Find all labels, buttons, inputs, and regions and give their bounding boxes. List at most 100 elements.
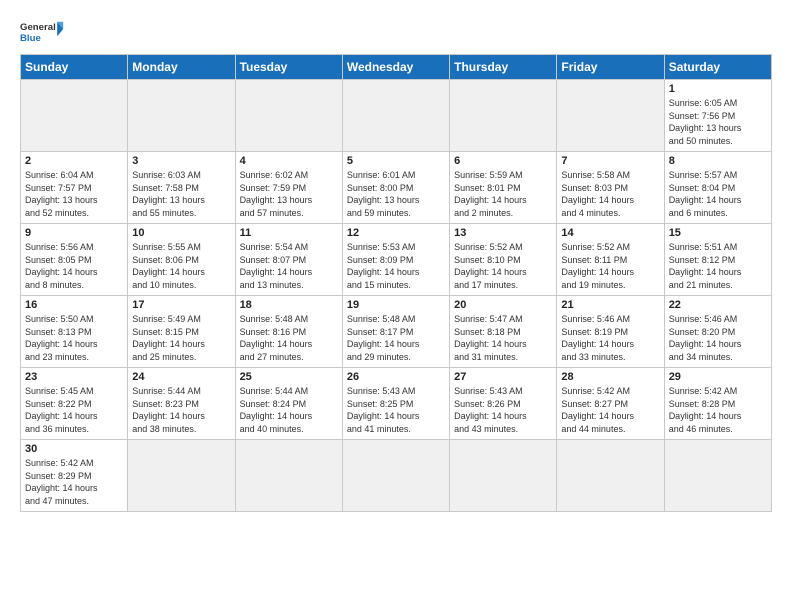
weekday-header-wednesday: Wednesday — [342, 55, 449, 80]
day-number: 9 — [25, 227, 123, 239]
weekday-header-friday: Friday — [557, 55, 664, 80]
day-number: 4 — [240, 155, 338, 167]
day-number: 18 — [240, 299, 338, 311]
calendar-cell — [128, 440, 235, 512]
day-number: 29 — [669, 371, 767, 383]
calendar-cell — [557, 80, 664, 152]
day-info: Sunrise: 5:44 AM Sunset: 8:24 PM Dayligh… — [240, 385, 338, 435]
day-info: Sunrise: 5:51 AM Sunset: 8:12 PM Dayligh… — [669, 241, 767, 291]
calendar-cell: 6 Sunrise: 5:59 AM Sunset: 8:01 PM Daylig… — [450, 152, 557, 224]
calendar-cell: 15 Sunrise: 5:51 AM Sunset: 8:12 PM Dayli… — [664, 224, 771, 296]
calendar-cell: 18 Sunrise: 5:48 AM Sunset: 8:16 PM Dayli… — [235, 296, 342, 368]
day-info: Sunrise: 5:53 AM Sunset: 8:09 PM Dayligh… — [347, 241, 445, 291]
calendar-cell: 17 Sunrise: 5:49 AM Sunset: 8:15 PM Dayli… — [128, 296, 235, 368]
day-info: Sunrise: 5:48 AM Sunset: 8:16 PM Dayligh… — [240, 313, 338, 363]
day-info: Sunrise: 5:59 AM Sunset: 8:01 PM Dayligh… — [454, 169, 552, 219]
calendar-cell: 29 Sunrise: 5:42 AM Sunset: 8:28 PM Dayli… — [664, 368, 771, 440]
day-info: Sunrise: 5:50 AM Sunset: 8:13 PM Dayligh… — [25, 313, 123, 363]
calendar-cell — [235, 440, 342, 512]
calendar-cell: 1Sunrise: 6:05 AM Sunset: 7:56 PM Daylig… — [664, 80, 771, 152]
day-info: Sunrise: 5:55 AM Sunset: 8:06 PM Dayligh… — [132, 241, 230, 291]
calendar-cell: 5 Sunrise: 6:01 AM Sunset: 8:00 PM Daylig… — [342, 152, 449, 224]
day-info: Sunrise: 5:45 AM Sunset: 8:22 PM Dayligh… — [25, 385, 123, 435]
day-info: Sunrise: 5:46 AM Sunset: 8:20 PM Dayligh… — [669, 313, 767, 363]
day-number: 27 — [454, 371, 552, 383]
calendar-cell: 27 Sunrise: 5:43 AM Sunset: 8:26 PM Dayli… — [450, 368, 557, 440]
day-info: Sunrise: 6:02 AM Sunset: 7:59 PM Dayligh… — [240, 169, 338, 219]
day-number: 28 — [561, 371, 659, 383]
calendar-cell: 14Sunrise: 5:52 AM Sunset: 8:11 PM Dayli… — [557, 224, 664, 296]
calendar-cell: 11Sunrise: 5:54 AM Sunset: 8:07 PM Dayli… — [235, 224, 342, 296]
calendar-cell: 7Sunrise: 5:58 AM Sunset: 8:03 PM Daylig… — [557, 152, 664, 224]
day-info: Sunrise: 5:52 AM Sunset: 8:11 PM Dayligh… — [561, 241, 659, 291]
calendar-cell: 20Sunrise: 5:47 AM Sunset: 8:18 PM Dayli… — [450, 296, 557, 368]
logo-svg: General Blue — [20, 16, 68, 48]
calendar-cell: 9 Sunrise: 5:56 AM Sunset: 8:05 PM Daylig… — [21, 224, 128, 296]
day-number: 22 — [669, 299, 767, 311]
calendar-cell: 13Sunrise: 5:52 AM Sunset: 8:10 PM Dayli… — [450, 224, 557, 296]
weekday-header-sunday: Sunday — [21, 55, 128, 80]
calendar-cell — [342, 440, 449, 512]
day-number: 26 — [347, 371, 445, 383]
calendar-cell — [450, 80, 557, 152]
calendar-cell: 26 Sunrise: 5:43 AM Sunset: 8:25 PM Dayli… — [342, 368, 449, 440]
calendar-cell: 24Sunrise: 5:44 AM Sunset: 8:23 PM Dayli… — [128, 368, 235, 440]
day-info: Sunrise: 5:49 AM Sunset: 8:15 PM Dayligh… — [132, 313, 230, 363]
day-info: Sunrise: 6:01 AM Sunset: 8:00 PM Dayligh… — [347, 169, 445, 219]
svg-text:General: General — [20, 22, 56, 33]
day-number: 30 — [25, 443, 123, 455]
calendar-cell: 28 Sunrise: 5:42 AM Sunset: 8:27 PM Dayli… — [557, 368, 664, 440]
day-number: 10 — [132, 227, 230, 239]
calendar-cell — [342, 80, 449, 152]
calendar-cell: 10 Sunrise: 5:55 AM Sunset: 8:06 PM Dayli… — [128, 224, 235, 296]
day-info: Sunrise: 6:04 AM Sunset: 7:57 PM Dayligh… — [25, 169, 123, 219]
weekday-header-saturday: Saturday — [664, 55, 771, 80]
day-number: 17 — [132, 299, 230, 311]
day-number: 23 — [25, 371, 123, 383]
day-info: Sunrise: 5:46 AM Sunset: 8:19 PM Dayligh… — [561, 313, 659, 363]
day-number: 11 — [240, 227, 338, 239]
calendar-cell — [128, 80, 235, 152]
day-info: Sunrise: 5:48 AM Sunset: 8:17 PM Dayligh… — [347, 313, 445, 363]
page-header: General Blue — [20, 16, 772, 48]
day-info: Sunrise: 5:57 AM Sunset: 8:04 PM Dayligh… — [669, 169, 767, 219]
day-number: 19 — [347, 299, 445, 311]
day-number: 25 — [240, 371, 338, 383]
calendar-cell: 2 Sunrise: 6:04 AM Sunset: 7:57 PM Daylig… — [21, 152, 128, 224]
day-number: 8 — [669, 155, 767, 167]
weekday-header-monday: Monday — [128, 55, 235, 80]
day-info: Sunrise: 6:03 AM Sunset: 7:58 PM Dayligh… — [132, 169, 230, 219]
calendar-cell: 4 Sunrise: 6:02 AM Sunset: 7:59 PM Daylig… — [235, 152, 342, 224]
day-number: 1 — [669, 83, 767, 95]
day-number: 5 — [347, 155, 445, 167]
calendar-cell: 19 Sunrise: 5:48 AM Sunset: 8:17 PM Dayli… — [342, 296, 449, 368]
day-number: 21 — [561, 299, 659, 311]
day-number: 15 — [669, 227, 767, 239]
day-info: Sunrise: 5:42 AM Sunset: 8:27 PM Dayligh… — [561, 385, 659, 435]
calendar-cell — [664, 440, 771, 512]
week-row-0: 1Sunrise: 6:05 AM Sunset: 7:56 PM Daylig… — [21, 80, 772, 152]
week-row-1: 2 Sunrise: 6:04 AM Sunset: 7:57 PM Daylig… — [21, 152, 772, 224]
day-number: 24 — [132, 371, 230, 383]
day-number: 6 — [454, 155, 552, 167]
day-info: Sunrise: 5:58 AM Sunset: 8:03 PM Dayligh… — [561, 169, 659, 219]
day-info: Sunrise: 5:43 AM Sunset: 8:26 PM Dayligh… — [454, 385, 552, 435]
calendar-cell: 25 Sunrise: 5:44 AM Sunset: 8:24 PM Dayli… — [235, 368, 342, 440]
day-info: Sunrise: 5:43 AM Sunset: 8:25 PM Dayligh… — [347, 385, 445, 435]
weekday-header-thursday: Thursday — [450, 55, 557, 80]
day-info: Sunrise: 5:56 AM Sunset: 8:05 PM Dayligh… — [25, 241, 123, 291]
day-number: 20 — [454, 299, 552, 311]
week-row-3: 16 Sunrise: 5:50 AM Sunset: 8:13 PM Dayli… — [21, 296, 772, 368]
calendar-cell — [450, 440, 557, 512]
calendar-cell: 30Sunrise: 5:42 AM Sunset: 8:29 PM Dayli… — [21, 440, 128, 512]
day-number: 12 — [347, 227, 445, 239]
calendar-cell — [557, 440, 664, 512]
logo: General Blue — [20, 16, 68, 48]
day-number: 16 — [25, 299, 123, 311]
weekday-header-tuesday: Tuesday — [235, 55, 342, 80]
day-number: 2 — [25, 155, 123, 167]
svg-text:Blue: Blue — [20, 33, 41, 44]
day-info: Sunrise: 5:42 AM Sunset: 8:28 PM Dayligh… — [669, 385, 767, 435]
day-number: 3 — [132, 155, 230, 167]
calendar-cell: 12 Sunrise: 5:53 AM Sunset: 8:09 PM Dayli… — [342, 224, 449, 296]
